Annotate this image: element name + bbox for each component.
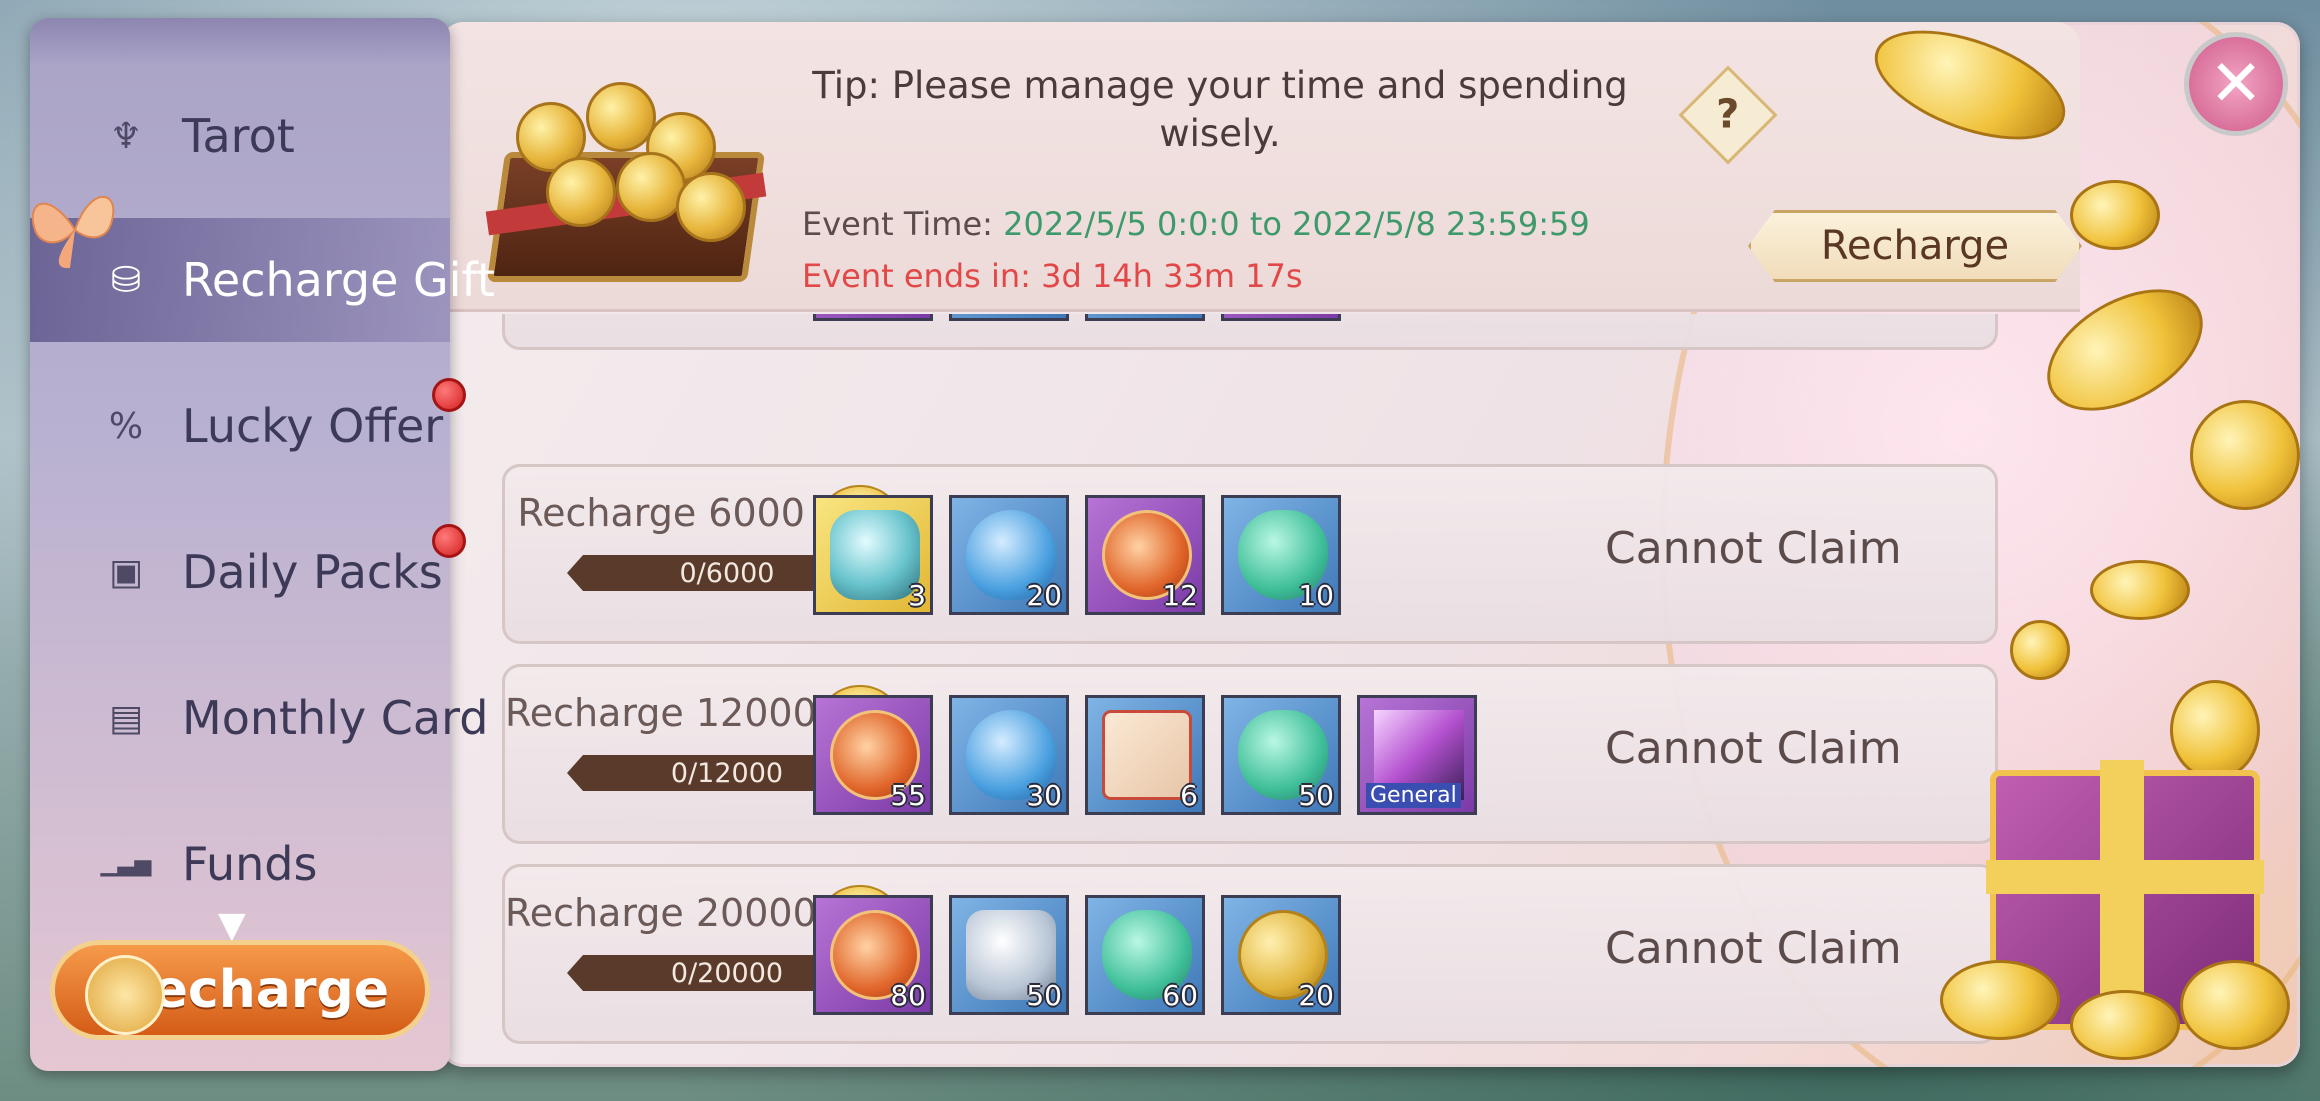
item-quantity: 50 bbox=[1298, 779, 1334, 812]
coin-decoration bbox=[2070, 180, 2160, 250]
reward-item-gold-coin[interactable]: 20 bbox=[1221, 895, 1341, 1015]
butterfly-icon bbox=[31, 195, 115, 269]
item-quantity: 80 bbox=[890, 979, 926, 1012]
coupon-icon: % bbox=[108, 405, 144, 447]
sidebar-item-daily-packs[interactable]: ▣ Daily Packs bbox=[30, 510, 450, 634]
coin-decoration bbox=[2170, 680, 2260, 780]
reward-item-gold-coin[interactable]: 25 bbox=[1085, 314, 1205, 321]
sidebar-item-lucky-offer[interactable]: % Lucky Offer bbox=[30, 364, 450, 488]
funds-chart-icon: ▁▃▅ bbox=[100, 851, 152, 877]
question-icon: ? bbox=[1716, 91, 1740, 138]
close-button[interactable]: ✕ bbox=[2184, 32, 2288, 136]
reward-item-jade-gourd[interactable]: 10 bbox=[1221, 495, 1341, 615]
recharge-button[interactable]: Recharge bbox=[1748, 210, 2082, 282]
reward-item-blue-stone[interactable]: 20 bbox=[949, 495, 1069, 615]
row-title: Recharge 12000 bbox=[505, 691, 817, 735]
reward-item-jade-gourd[interactable]: 60 bbox=[1085, 895, 1205, 1015]
sidebar-item-label: Lucky Offer bbox=[182, 399, 444, 453]
item-quantity: 20 bbox=[1298, 979, 1334, 1012]
coin-decoration bbox=[2180, 960, 2290, 1050]
gift-ribbon bbox=[1986, 860, 2264, 894]
reward-row: Recharge 40000/4000303025Cannot Claim bbox=[502, 314, 1998, 350]
reward-item-jade-gourd[interactable]: 50 bbox=[1221, 695, 1341, 815]
sidebar-top bbox=[30, 18, 450, 64]
treasure-chest-icon bbox=[476, 62, 776, 292]
item-quantity: 55 bbox=[890, 779, 926, 812]
reward-item-jade-gourd[interactable]: 30 bbox=[949, 314, 1069, 321]
reward-item-silver-shard[interactable]: 50 bbox=[949, 895, 1069, 1015]
reward-row: Recharge 20000 0/20000 80 50 60 20 Cannot Clai… bbox=[502, 864, 1998, 1044]
reward-item-e-coin[interactable]: 80 bbox=[813, 895, 933, 1015]
spending-tip: Tip: Please manage your time and spendin… bbox=[812, 64, 1628, 155]
item-quantity: 30 bbox=[1026, 314, 1062, 318]
event-time-label: Event Time: bbox=[802, 205, 993, 243]
close-icon: ✕ bbox=[2209, 47, 2263, 121]
sidebar-item-label: Funds bbox=[182, 837, 318, 891]
ingot-pot-icon bbox=[85, 955, 165, 1035]
event-time: Event Time: 2022/5/5 0:0:0 to 2022/5/8 2… bbox=[802, 205, 1590, 243]
item-quantity: 30 bbox=[890, 314, 926, 318]
reward-item-general-token[interactable]: General bbox=[1357, 695, 1477, 815]
reward-item-e-coin[interactable]: 12 bbox=[1085, 495, 1205, 615]
event-countdown: Event ends in: 3d 14h 33m 17s bbox=[802, 257, 1303, 295]
sidebar-item-label: Tarot bbox=[182, 109, 295, 163]
daily-pack-icon: ▣ bbox=[108, 551, 143, 593]
reward-item-scroll[interactable]: 6 bbox=[1085, 695, 1205, 815]
claim-status[interactable]: Cannot Claim bbox=[1605, 723, 1965, 774]
reward-item-e-coin[interactable]: 30 bbox=[813, 314, 933, 321]
reward-item-blue-stone[interactable]: 30 bbox=[949, 695, 1069, 815]
item-quantity: 3 bbox=[908, 579, 926, 612]
item-quantity: 10 bbox=[1298, 579, 1334, 612]
item-quantity: 20 bbox=[1026, 579, 1062, 612]
event-time-range: 2022/5/5 0:0:0 to 2022/5/8 23:59:59 bbox=[1003, 205, 1590, 243]
coin-decoration bbox=[2090, 560, 2190, 620]
sidebar-item-monthly-card[interactable]: ▤ Monthly Card bbox=[30, 656, 488, 780]
coin-decoration bbox=[1940, 960, 2060, 1040]
crystal-ore-icon bbox=[830, 510, 920, 600]
coin-decoration bbox=[2070, 990, 2180, 1060]
tarot-card-icon: ♆ bbox=[109, 115, 143, 157]
monthly-card-icon: ▤ bbox=[108, 697, 143, 739]
item-quantity: 25 bbox=[1162, 314, 1198, 318]
item-tag: General bbox=[1366, 783, 1461, 808]
scroll-icon bbox=[1102, 710, 1192, 800]
row-title: Recharge 20000 bbox=[505, 891, 817, 935]
item-quantity: 6 bbox=[1180, 779, 1198, 812]
reward-item-e-coin[interactable]: 55 bbox=[813, 695, 933, 815]
reward-item-outfit[interactable] bbox=[1221, 314, 1341, 321]
reward-row: Recharge 12000 0/12000 55 30 6 50 General Canno… bbox=[502, 664, 1998, 844]
item-quantity: 30 bbox=[1026, 779, 1062, 812]
coin-decoration bbox=[2010, 620, 2070, 680]
notification-dot bbox=[432, 524, 466, 558]
claim-status[interactable]: Cannot Claim bbox=[1605, 923, 1965, 974]
sidebar-item-label: Daily Packs bbox=[182, 545, 443, 599]
coin-decoration bbox=[2190, 400, 2300, 510]
item-quantity: 12 bbox=[1162, 579, 1198, 612]
reward-list[interactable]: Recharge 40000/4000303025Cannot ClaimRec… bbox=[440, 314, 2060, 1059]
reward-row: Recharge 6000 0/6000 3 20 12 10 Cannot Claim bbox=[502, 464, 1998, 644]
sidebar-recharge-button[interactable]: Recharge bbox=[50, 940, 430, 1040]
notification-dot bbox=[432, 378, 466, 412]
claim-status[interactable]: Cannot Claim bbox=[1605, 523, 1965, 574]
reward-item-crystal-ore[interactable]: 3 bbox=[813, 495, 933, 615]
row-title: Recharge 6000 bbox=[517, 491, 805, 535]
item-quantity: 50 bbox=[1026, 979, 1062, 1012]
sidebar-item-label: Recharge Gift bbox=[182, 253, 495, 307]
sidebar-item-label: Monthly Card bbox=[182, 691, 489, 745]
item-quantity: 60 bbox=[1162, 979, 1198, 1012]
